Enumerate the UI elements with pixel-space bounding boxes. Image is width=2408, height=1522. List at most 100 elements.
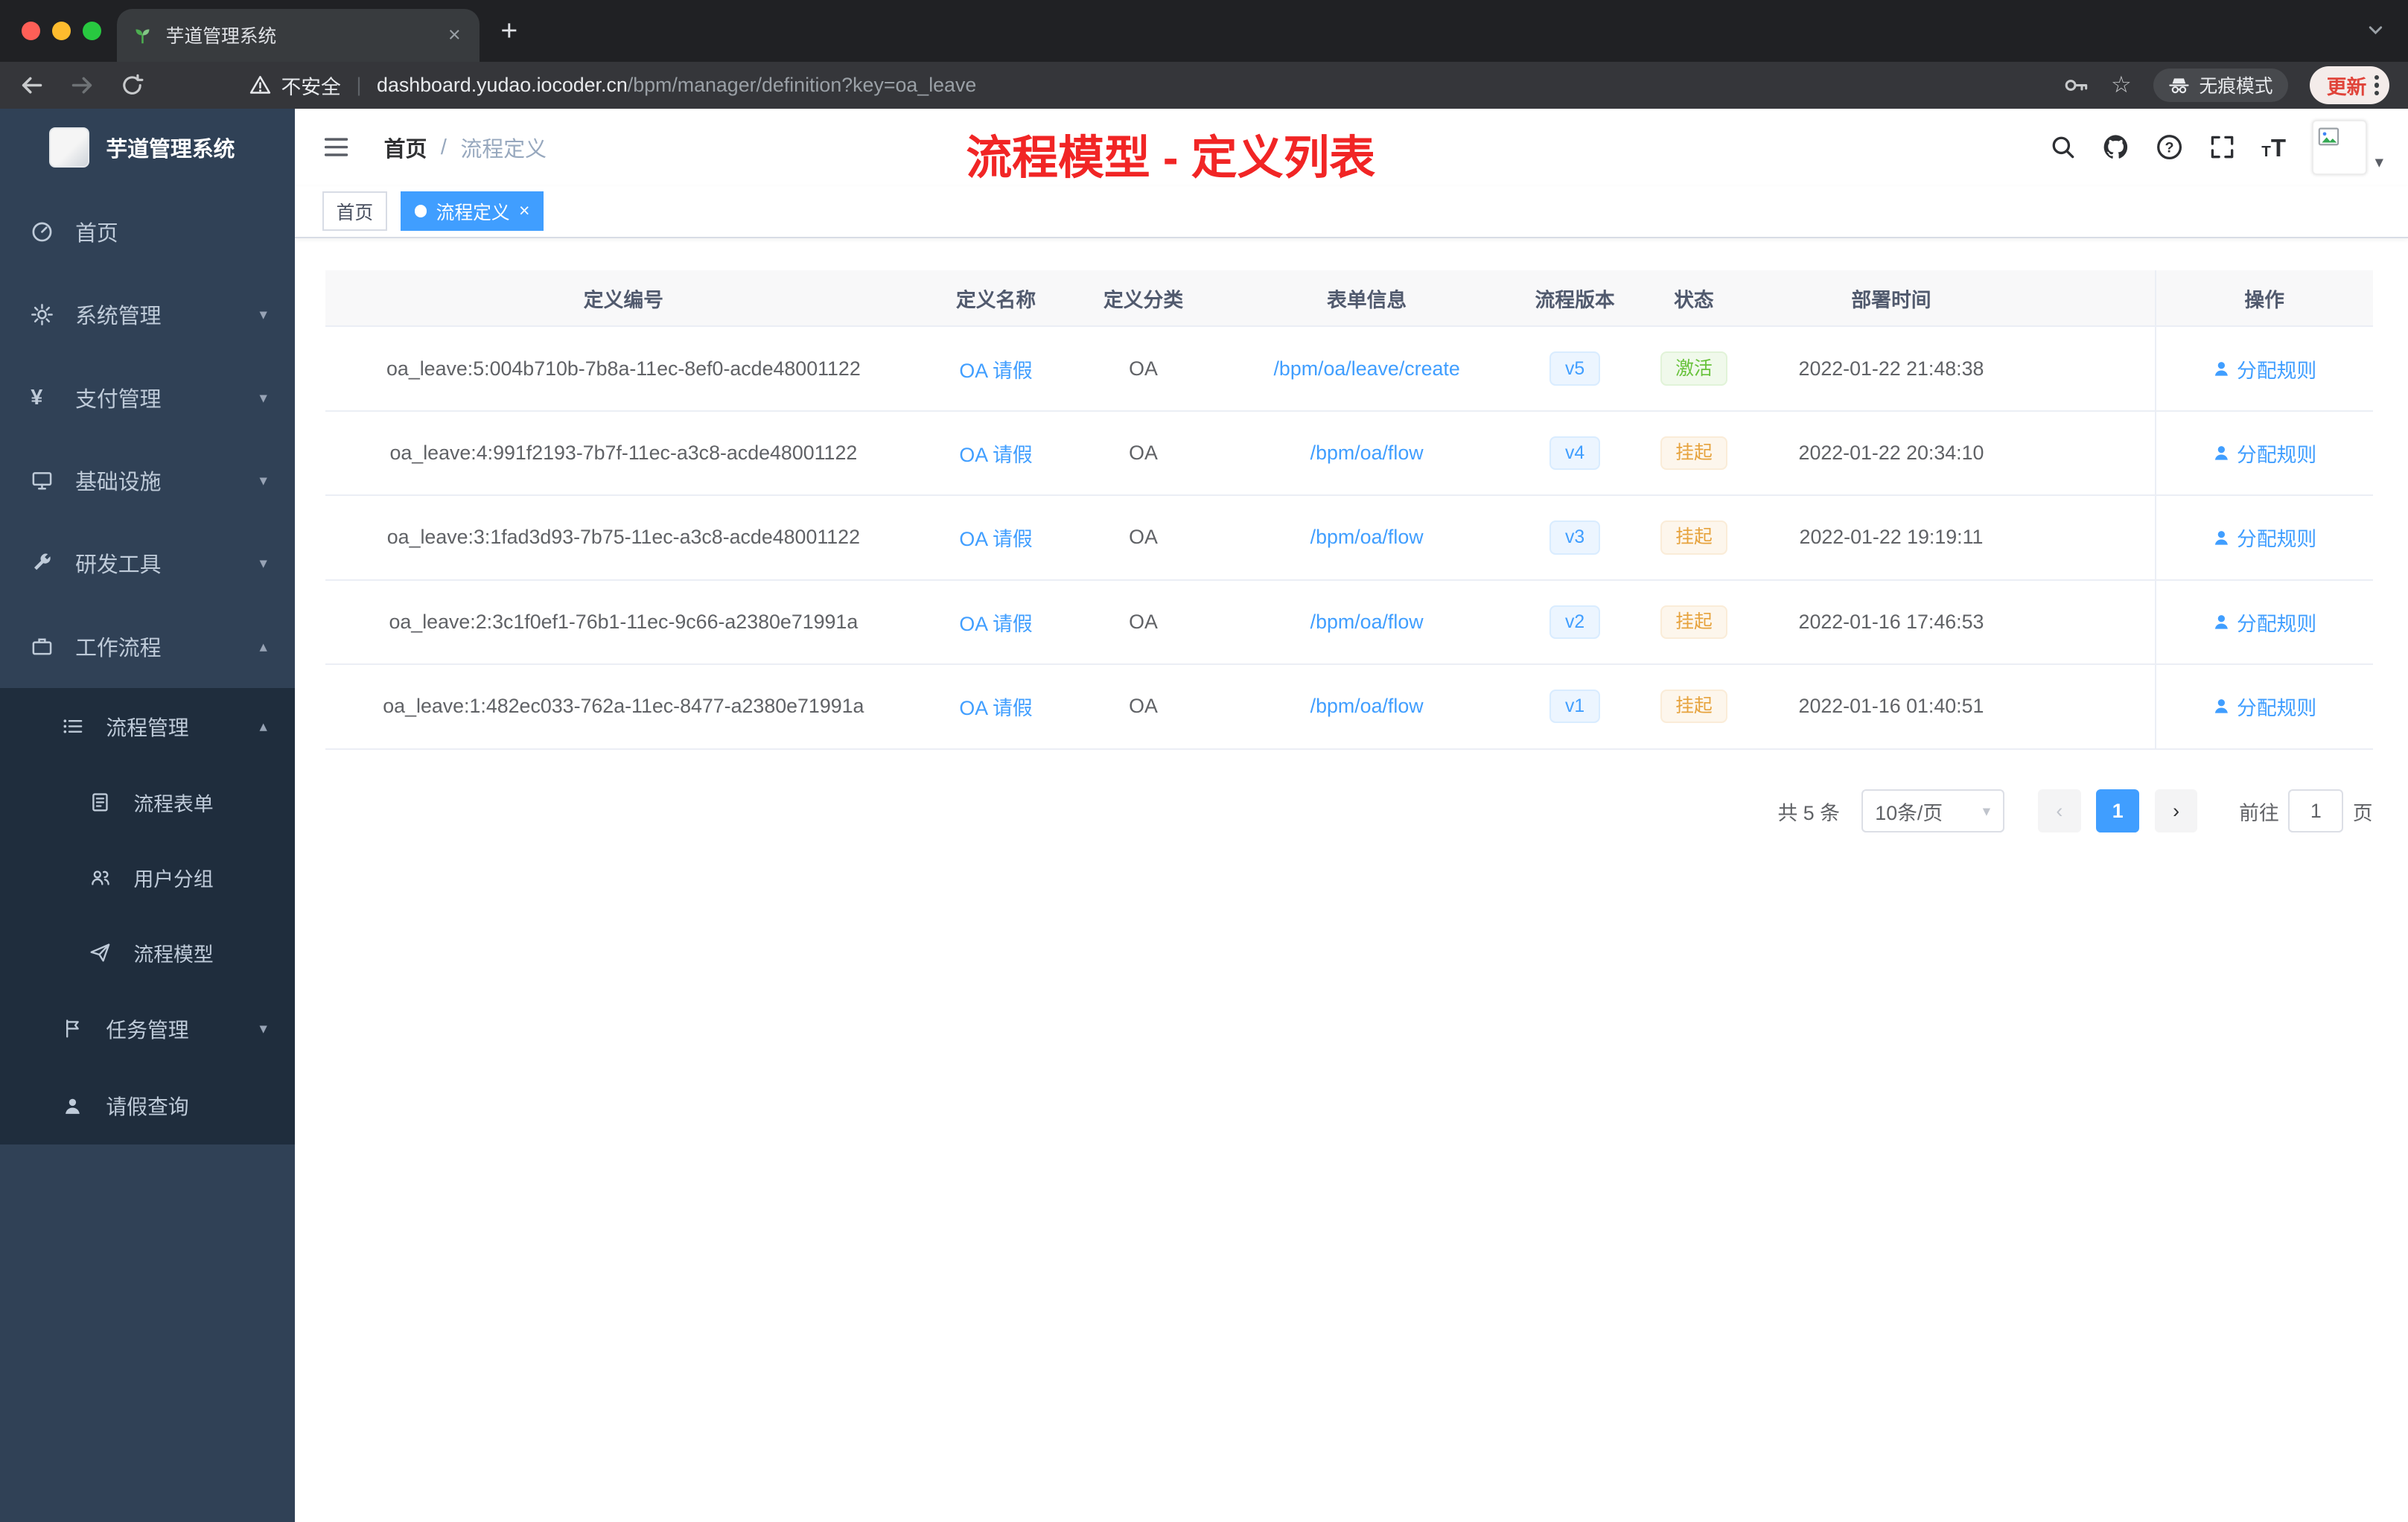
users-icon (89, 867, 114, 888)
sidebar-item-task-management[interactable]: 任务管理 ▾ (0, 990, 295, 1067)
assign-rule-link[interactable]: 分配规则 (2212, 439, 2316, 468)
sidebar-item-dev-tools[interactable]: 研发工具 ▾ (0, 522, 295, 605)
assign-rule-label: 分配规则 (2237, 443, 2317, 466)
password-key-icon[interactable] (2063, 72, 2089, 98)
help-icon[interactable]: ? (2156, 133, 2183, 161)
tag-process-definition[interactable]: 流程定义 × (401, 191, 544, 232)
sidebar-item-payment[interactable]: ¥ 支付管理 ▾ (0, 357, 295, 439)
address-bar[interactable]: dashboard.yudao.iocoder.cn/bpm/manager/d… (377, 74, 976, 97)
tab-search-chevron-icon[interactable] (2365, 19, 2386, 47)
table-header-row: 定义编号 定义名称 定义分类 表单信息 流程版本 状态 部署时间 操作 (325, 270, 2373, 328)
annotation: 流程模型 - 定义列表 (966, 132, 1376, 184)
form-info-link[interactable]: /bpm/oa/flow (1310, 442, 1424, 465)
new-tab-button[interactable]: + (500, 16, 517, 45)
form-info-link[interactable]: /bpm/oa/leave/create (1273, 357, 1459, 380)
sidebar-item-process-management[interactable]: 流程管理 ▴ (0, 688, 295, 765)
github-icon[interactable] (2102, 133, 2130, 161)
col-header-process-version: 流程版本 (1535, 288, 1615, 311)
deploy-time: 2022-01-16 01:40:51 (1798, 695, 1984, 718)
sidebar-item-infrastructure[interactable]: 基础设施 ▾ (0, 439, 295, 522)
form-info-link[interactable]: /bpm/oa/flow (1310, 526, 1424, 549)
chevron-down-icon: ▾ (259, 472, 267, 490)
close-window-button[interactable] (21, 21, 40, 40)
caret-down-icon: ▾ (2374, 152, 2383, 171)
user-avatar[interactable]: ▾ (2312, 119, 2383, 176)
minimize-window-button[interactable] (52, 21, 71, 40)
definition-id: oa_leave:1:482ec033-762a-11ec-8477-a2380… (383, 695, 864, 718)
active-dot (414, 205, 427, 217)
sidebar-item-workflow[interactable]: 工作流程 ▴ (0, 605, 295, 688)
sidebar-item-label: 流程管理 (106, 716, 189, 739)
page-button-1[interactable]: 1 (2096, 789, 2140, 832)
browser-menu-kebab-icon[interactable] (2374, 75, 2379, 95)
main-area: 首页 / 流程定义 流程模型 - 定义列表 ? TT ▾ 首页 流程定义 × 定… (295, 109, 2408, 1522)
tag-close-icon[interactable]: × (519, 201, 529, 222)
sidebar-item-leave-query[interactable]: 请假查询 (0, 1067, 295, 1144)
sidebar-item-label: 请假查询 (106, 1095, 189, 1118)
col-header-form-info: 表单信息 (1327, 288, 1407, 311)
update-button[interactable]: 更新 (2310, 66, 2390, 105)
brand-title: 芋道管理系统 (106, 137, 235, 162)
table-row: oa_leave:4:991f2193-7b7f-11ec-a3c8-acde4… (325, 411, 2373, 497)
brand: 芋道管理系统 (0, 109, 295, 185)
sidebar-item-process-form[interactable]: 流程表单 (0, 765, 295, 840)
sidebar-item-label: 流程模型 (133, 943, 214, 967)
browser-tab[interactable]: 芋道管理系统 × (116, 9, 480, 62)
back-button[interactable] (19, 72, 45, 98)
update-label: 更新 (2326, 75, 2367, 98)
incognito-label: 无痕模式 (2199, 77, 2273, 98)
url-domain: dashboard.yudao.iocoder.cn (377, 73, 628, 96)
tag-home[interactable]: 首页 (322, 191, 387, 232)
gear-icon (31, 303, 55, 326)
assign-rule-link[interactable]: 分配规则 (2212, 608, 2316, 637)
status-badge: 挂起 (1660, 520, 1728, 555)
app-topbar: 首页 / 流程定义 流程模型 - 定义列表 ? TT ▾ (295, 109, 2408, 185)
sidebar-item-home[interactable]: 首页 (0, 191, 295, 273)
sidebar-item-system[interactable]: 系统管理 ▾ (0, 273, 295, 356)
assign-rule-link[interactable]: 分配规则 (2212, 354, 2316, 383)
pagination-total: 共 5 条 (1777, 801, 1840, 824)
forward-button[interactable] (69, 72, 95, 98)
favicon-icon (132, 25, 153, 46)
search-icon[interactable] (2050, 134, 2076, 160)
site-security-badge[interactable]: 不安全 (249, 71, 341, 100)
fullscreen-icon[interactable] (2209, 134, 2235, 160)
assign-rule-link[interactable]: 分配规则 (2212, 523, 2316, 552)
chevron-down-icon: ▾ (259, 1020, 267, 1038)
definition-name-link[interactable]: OA 请假 (959, 439, 1032, 468)
font-size-icon[interactable]: TT (2261, 136, 2286, 160)
sidebar-toggle-hamburger-icon[interactable] (322, 133, 350, 161)
brand-logo (49, 127, 89, 168)
flag-icon (62, 1018, 86, 1039)
prev-page-button[interactable]: ‹ (2037, 789, 2081, 832)
assign-rule-label: 分配规则 (2237, 612, 2317, 635)
tag-label: 首页 (336, 203, 374, 223)
assign-rule-link[interactable]: 分配规则 (2212, 692, 2316, 721)
form-info-link[interactable]: /bpm/oa/flow (1310, 611, 1424, 634)
definition-name-link[interactable]: OA 请假 (959, 523, 1032, 552)
next-page-button[interactable]: › (2154, 789, 2198, 832)
breadcrumb-home[interactable]: 首页 (384, 133, 427, 163)
col-header-actions: 操作 (2154, 270, 2373, 326)
sidebar-item-label: 用户分组 (133, 868, 214, 891)
page-content: 定义编号 定义名称 定义分类 表单信息 流程版本 状态 部署时间 操作 oa_l… (295, 238, 2408, 1522)
goto-label: 前往 (2239, 801, 2279, 824)
definition-name-link[interactable]: OA 请假 (959, 692, 1032, 721)
version-tag: v4 (1549, 436, 1600, 471)
paper-plane-icon (89, 942, 114, 964)
form-info-link[interactable]: /bpm/oa/flow (1310, 695, 1424, 718)
bookmark-star-icon[interactable]: ☆ (2111, 71, 2132, 98)
sidebar-item-user-group[interactable]: 用户分组 (0, 840, 295, 915)
yen-icon: ¥ (31, 385, 43, 410)
goto-page-input[interactable] (2288, 789, 2344, 832)
tab-title: 芋道管理系统 (165, 27, 277, 48)
version-tag: v2 (1549, 605, 1600, 639)
zoom-window-button[interactable] (83, 21, 102, 40)
definition-name-link[interactable]: OA 请假 (959, 608, 1032, 637)
reload-button[interactable] (120, 73, 144, 98)
deploy-time: 2022-01-16 17:46:53 (1798, 610, 1984, 633)
tab-close-icon[interactable]: × (445, 23, 464, 48)
definition-name-link[interactable]: OA 请假 (959, 354, 1032, 383)
sidebar-item-process-model[interactable]: 流程模型 (0, 915, 295, 990)
page-size-select[interactable]: 10条/页 ▾ (1861, 789, 2004, 832)
